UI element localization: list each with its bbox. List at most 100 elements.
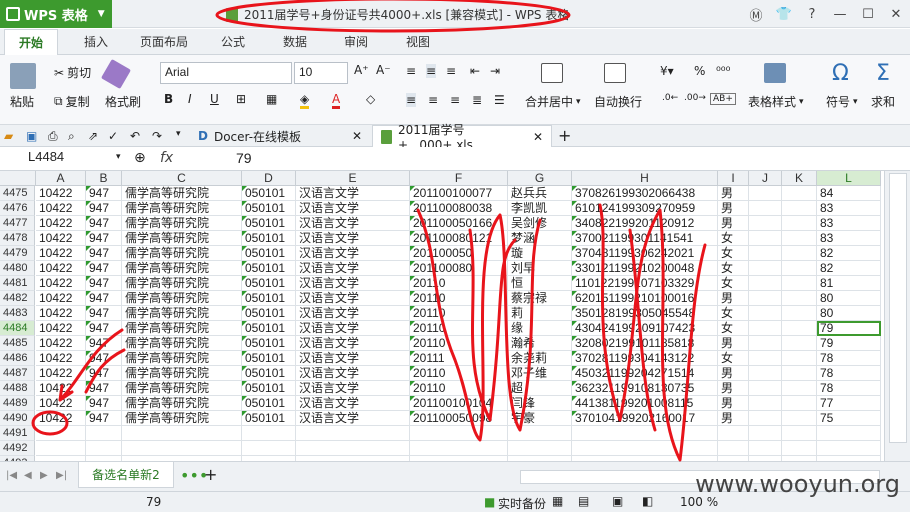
- cell-g[interactable]: [508, 441, 572, 456]
- cell-k[interactable]: [782, 411, 817, 426]
- undo-icon[interactable]: ↶: [130, 129, 140, 143]
- cell-l[interactable]: 78: [817, 366, 881, 381]
- cell-f[interactable]: 20110: [410, 321, 508, 336]
- underline-button[interactable]: U: [210, 92, 219, 106]
- cell-f[interactable]: 201100080: [410, 261, 508, 276]
- paste-button[interactable]: 粘贴: [10, 93, 34, 110]
- row-number[interactable]: 4491: [0, 426, 35, 441]
- sheet-tab-active[interactable]: 备选名单新2: [78, 462, 174, 488]
- cell-b[interactable]: 947: [86, 201, 122, 216]
- border-icon[interactable]: ⊞: [236, 92, 246, 106]
- tab-home[interactable]: 开始: [4, 29, 59, 55]
- column-header-a[interactable]: A: [36, 171, 86, 186]
- cell-a[interactable]: 10422: [36, 276, 86, 291]
- cell-f[interactable]: 201100100104: [410, 396, 508, 411]
- row-number[interactable]: 4487: [0, 366, 35, 381]
- align-middle-icon[interactable]: ≡: [426, 64, 437, 78]
- cell-d[interactable]: 050101: [242, 306, 296, 321]
- column-header-h[interactable]: H: [572, 171, 718, 186]
- minimize-button[interactable]: —: [826, 0, 854, 28]
- name-box-dropdown-icon[interactable]: ▾: [116, 152, 121, 162]
- cell-d[interactable]: 050101: [242, 201, 296, 216]
- merge-borders-icon[interactable]: ▦: [266, 92, 277, 106]
- cell-i[interactable]: 男: [718, 396, 749, 411]
- cell-l[interactable]: 80: [817, 306, 881, 321]
- help-icon[interactable]: ?: [798, 0, 826, 28]
- cell-d[interactable]: 050101: [242, 276, 296, 291]
- cell-g[interactable]: 璇: [508, 246, 572, 261]
- cell-k[interactable]: [782, 321, 817, 336]
- row-number[interactable]: 4478: [0, 231, 35, 246]
- cell-e[interactable]: 汉语言文学: [296, 246, 410, 261]
- close-icon[interactable]: ✕: [352, 129, 362, 143]
- row-number[interactable]: 4492: [0, 441, 35, 456]
- cell-g[interactable]: 刘早: [508, 261, 572, 276]
- sheet-nav-last-icon[interactable]: ▶|: [56, 470, 67, 481]
- cell-a[interactable]: 10422: [36, 411, 86, 426]
- cell-i[interactable]: 女: [718, 351, 749, 366]
- increase-decimal-icon[interactable]: .0←: [662, 93, 678, 103]
- cell-f[interactable]: 20110: [410, 306, 508, 321]
- cell-c[interactable]: 儒学高等研究院: [122, 186, 242, 201]
- cell-f[interactable]: 201100050098: [410, 411, 508, 426]
- cell-e[interactable]: 汉语言文学: [296, 186, 410, 201]
- cell-b[interactable]: 947: [86, 231, 122, 246]
- cell-g[interactable]: 恒: [508, 276, 572, 291]
- cell-h[interactable]: 370481199306242021: [572, 246, 718, 261]
- cell-f[interactable]: 20111: [410, 351, 508, 366]
- cell-c[interactable]: 儒学高等研究院: [122, 246, 242, 261]
- currency-icon[interactable]: ¥▾: [660, 64, 674, 78]
- cell-e[interactable]: 汉语言文学: [296, 381, 410, 396]
- cell-k[interactable]: [782, 396, 817, 411]
- column-header-k[interactable]: K: [782, 171, 817, 186]
- cell-g[interactable]: 闫锋: [508, 396, 572, 411]
- cell-g[interactable]: 吴剑修: [508, 216, 572, 231]
- skin-icon[interactable]: Ⓜ: [742, 0, 770, 28]
- cell-b[interactable]: [86, 441, 122, 456]
- cell-k[interactable]: [782, 426, 817, 441]
- cell-h[interactable]: 370826199302066438: [572, 186, 718, 201]
- cell-d[interactable]: 050101: [242, 321, 296, 336]
- cell-d[interactable]: [242, 426, 296, 441]
- column-header-f[interactable]: F: [410, 171, 508, 186]
- cell-a[interactable]: 10422: [36, 261, 86, 276]
- vertical-scrollbar[interactable]: [884, 171, 910, 461]
- cell-i[interactable]: 男: [718, 381, 749, 396]
- preview-icon[interactable]: ⌕: [68, 129, 75, 144]
- column-header-c[interactable]: C: [122, 171, 242, 186]
- row-number[interactable]: 4481: [0, 276, 35, 291]
- cell-g[interactable]: 超: [508, 381, 572, 396]
- increase-font-icon[interactable]: A⁺: [354, 63, 369, 77]
- close-icon[interactable]: ✕: [533, 130, 543, 144]
- cell-c[interactable]: 儒学高等研究院: [122, 336, 242, 351]
- cell-e[interactable]: 汉语言文学: [296, 201, 410, 216]
- column-header-d[interactable]: D: [242, 171, 296, 186]
- cell-c[interactable]: 儒学高等研究院: [122, 411, 242, 426]
- cell-a[interactable]: 10422: [36, 291, 86, 306]
- folder-icon[interactable]: ▰: [4, 129, 13, 143]
- cell-h[interactable]: 620151199210100016: [572, 291, 718, 306]
- number-format-icon[interactable]: AB+: [710, 93, 736, 105]
- cell-b[interactable]: 947: [86, 216, 122, 231]
- cell-c[interactable]: 儒学高等研究院: [122, 201, 242, 216]
- row-number[interactable]: 4483: [0, 306, 35, 321]
- cell-c[interactable]: 儒学高等研究院: [122, 396, 242, 411]
- cell-c[interactable]: [122, 441, 242, 456]
- cell-a[interactable]: 10422: [36, 231, 86, 246]
- cell-e[interactable]: 汉语言文学: [296, 396, 410, 411]
- cell-j[interactable]: [749, 411, 782, 426]
- align-right-icon[interactable]: ≡: [450, 93, 460, 107]
- row-number[interactable]: 4476: [0, 201, 35, 216]
- zoom-search-icon[interactable]: ⊕: [134, 150, 146, 166]
- thousands-icon[interactable]: ⁰⁰⁰: [716, 64, 730, 78]
- cell-h[interactable]: 350128199305045548: [572, 306, 718, 321]
- normal-view-icon[interactable]: ▦: [552, 494, 563, 508]
- cell-c[interactable]: 儒学高等研究院: [122, 291, 242, 306]
- paste-icon[interactable]: [10, 63, 36, 89]
- cell-c[interactable]: 儒学高等研究院: [122, 381, 242, 396]
- cell-d[interactable]: 050101: [242, 216, 296, 231]
- cell-f[interactable]: [410, 441, 508, 456]
- row-number[interactable]: 4486: [0, 351, 35, 366]
- cell-i[interactable]: 女: [718, 276, 749, 291]
- print-icon[interactable]: ⎙: [48, 129, 58, 144]
